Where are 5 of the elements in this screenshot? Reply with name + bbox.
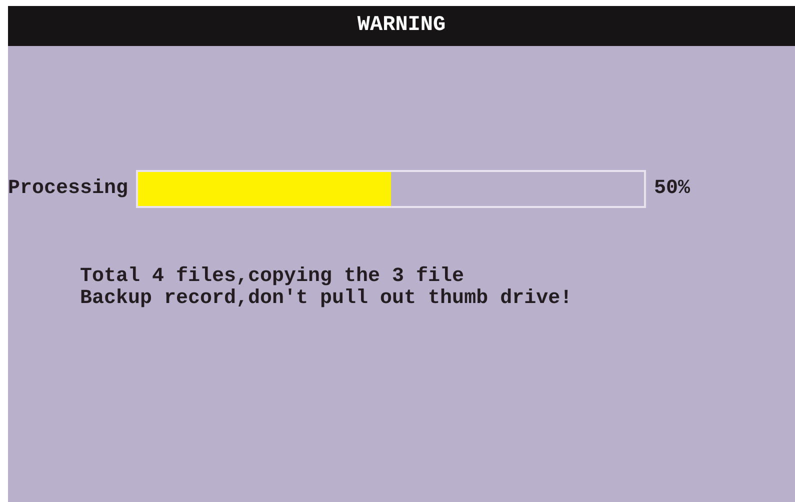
window-title: WARNING — [8, 6, 795, 46]
message-text: Total 4 files,copying the 3 file — [80, 266, 466, 288]
message-text: Backup record,don't pull out thumb drive! — [80, 288, 574, 310]
progress-label: Processing — [8, 176, 128, 202]
progress-percent: 50% — [654, 176, 690, 202]
